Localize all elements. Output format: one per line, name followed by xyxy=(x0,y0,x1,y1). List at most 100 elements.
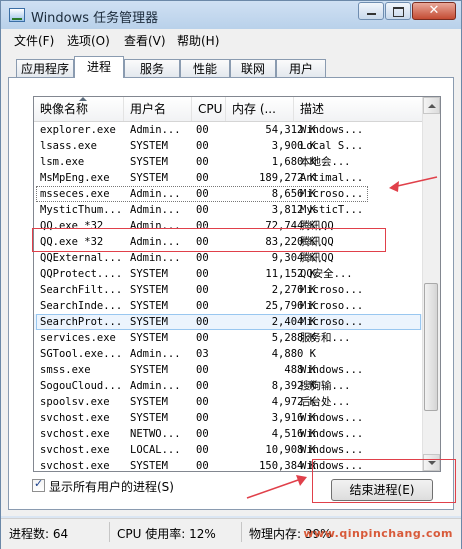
cell-desc: Windows... xyxy=(300,364,364,376)
menu-file[interactable]: 文件(F) xyxy=(14,32,54,49)
cell-name: svchost.exe xyxy=(40,428,110,440)
minimize-button[interactable] xyxy=(358,2,384,20)
cell-desc: Windows... xyxy=(300,124,364,136)
cell-user: SYSTEM xyxy=(130,284,168,296)
cell-desc: 腾讯QQ xyxy=(300,252,334,264)
table-row[interactable]: lsm.exe SYSTEM 00 1,680 K 本地会... xyxy=(34,154,424,170)
cell-user: SYSTEM xyxy=(130,300,168,312)
table-row[interactable]: SGTool.exe... Admin... 03 4,880 K xyxy=(34,346,424,362)
tab-networking[interactable]: 联网 xyxy=(230,59,276,77)
cell-desc: Windows... xyxy=(300,444,364,456)
cell-name: svchost.exe xyxy=(40,460,110,472)
show-all-users-label: 显示所有用户的进程(S) xyxy=(49,480,174,494)
cell-cpu: 00 xyxy=(196,188,209,200)
status-separator xyxy=(241,522,242,542)
cell-cpu: 00 xyxy=(196,364,209,376)
highlight-box-msseces xyxy=(32,228,386,252)
table-row[interactable]: SearchInde... SYSTEM 00 25,796 K Microso... xyxy=(34,298,424,314)
status-bar: 进程数: 64 CPU 使用率: 12% 物理内存: 39% www.qinpi… xyxy=(1,518,461,549)
cell-user: Admin... xyxy=(130,124,181,136)
menu-options[interactable]: 选项(O) xyxy=(67,32,110,49)
table-row[interactable]: SearchProt... SYSTEM 00 2,404 K Microso... xyxy=(34,314,424,330)
close-icon: ✕ xyxy=(428,3,440,18)
table-row[interactable]: MysticThum... Admin... 00 3,812 K MysticT... xyxy=(34,202,424,218)
task-manager-icon xyxy=(9,8,25,22)
process-rows: explorer.exe Admin... 00 54,312 K Windows...… xyxy=(34,122,424,472)
menu-bar: 文件(F) 选项(O) 查看(V) 帮助(H) xyxy=(1,29,461,52)
cell-cpu: 00 xyxy=(196,316,209,328)
table-row[interactable]: services.exe SYSTEM 00 5,288 K 服务和... xyxy=(34,330,424,346)
cell-name: explorer.exe xyxy=(40,124,116,136)
table-row[interactable]: QQExternal... Admin... 00 9,304 K 腾讯QQ xyxy=(34,250,424,266)
tabs-area: 应用程序 进程 服务 性能 联网 用户 映像名称 用户名 CPU 内存 (...… xyxy=(1,51,461,516)
cell-cpu: 00 xyxy=(196,156,209,168)
cell-cpu: 00 xyxy=(196,396,209,408)
cell-user: SYSTEM xyxy=(130,396,168,408)
cell-user: Admin... xyxy=(130,204,181,216)
cell-desc: Microso... xyxy=(300,188,364,200)
table-row[interactable]: QQProtect.... SYSTEM 00 11,152 K QQ安全... xyxy=(34,266,424,282)
header-memory[interactable]: 内存 (... xyxy=(226,97,294,121)
cell-cpu: 00 xyxy=(196,460,209,472)
tab-applications[interactable]: 应用程序 xyxy=(16,59,74,77)
cell-cpu: 03 xyxy=(196,348,209,360)
vertical-scrollbar[interactable] xyxy=(422,97,440,471)
menu-view[interactable]: 查看(V) xyxy=(124,32,166,49)
header-description[interactable]: 描述 xyxy=(294,97,424,121)
table-row[interactable]: SearchFilt... SYSTEM 00 2,276 K Microso... xyxy=(34,282,424,298)
table-row[interactable]: MsMpEng.exe SYSTEM 00 189,272 K Antimal... xyxy=(34,170,424,186)
cell-desc: 后台处... xyxy=(300,396,351,408)
cell-desc: 搜狗输... xyxy=(300,380,351,392)
tab-users[interactable]: 用户 xyxy=(276,59,326,77)
cell-name: lsass.exe xyxy=(40,140,97,152)
cell-cpu: 00 xyxy=(196,124,209,136)
cell-name: SearchFilt... xyxy=(40,284,123,296)
cell-user: SYSTEM xyxy=(130,332,168,344)
cell-desc: QQ安全... xyxy=(300,268,353,280)
status-cpu-usage: CPU 使用率: 12% xyxy=(117,527,216,541)
header-user-name[interactable]: 用户名 xyxy=(124,97,192,121)
menu-help[interactable]: 帮助(H) xyxy=(177,32,219,49)
process-list[interactable]: 映像名称 用户名 CPU 内存 (... 描述 explorer.exe Admi… xyxy=(33,96,441,472)
header-cpu[interactable]: CPU xyxy=(192,97,226,121)
table-row[interactable]: lsass.exe SYSTEM 00 3,900 K Local S... xyxy=(34,138,424,154)
cell-user: SYSTEM xyxy=(130,156,168,168)
cell-name: services.exe xyxy=(40,332,116,344)
table-row[interactable]: msseces.exe Admin... 00 8,656 K Microso... xyxy=(34,186,424,202)
tab-services[interactable]: 服务 xyxy=(124,59,180,77)
cell-user: Admin... xyxy=(130,252,181,264)
close-button[interactable]: ✕ xyxy=(412,2,456,20)
cell-name: SearchProt... xyxy=(40,316,123,328)
scroll-up-button[interactable] xyxy=(423,97,440,114)
highlight-box-end-process xyxy=(312,459,456,503)
show-all-users-checkbox[interactable] xyxy=(32,477,45,492)
caption-buttons: ✕ xyxy=(357,2,456,20)
table-row[interactable]: smss.exe SYSTEM 00 488 K Windows... xyxy=(34,362,424,378)
cell-name: svchost.exe xyxy=(40,444,110,456)
table-row[interactable]: svchost.exe LOCAL... 00 10,908 K Windows... xyxy=(34,442,424,458)
maximize-button[interactable] xyxy=(385,2,411,20)
cell-cpu: 00 xyxy=(196,444,209,456)
watermark-text: www.qinpinchang.com xyxy=(303,527,453,540)
cell-desc: Microso... xyxy=(300,316,364,328)
header-image-name[interactable]: 映像名称 xyxy=(34,97,124,121)
tab-performance[interactable]: 性能 xyxy=(180,59,230,77)
cell-mem: 8,656 K xyxy=(271,188,316,200)
cell-user: Admin... xyxy=(130,348,181,360)
window-title: Windows 任务管理器 xyxy=(31,11,159,26)
cell-user: LOCAL... xyxy=(130,444,181,456)
scroll-thumb[interactable] xyxy=(424,283,438,411)
cell-user: SYSTEM xyxy=(130,316,168,328)
table-row[interactable]: SogouCloud... Admin... 00 8,392 K 搜狗输... xyxy=(34,378,424,394)
sort-ascending-icon xyxy=(78,97,87,101)
table-row[interactable]: spoolsv.exe SYSTEM 00 4,972 K 后台处... xyxy=(34,394,424,410)
cell-desc: 服务和... xyxy=(300,332,351,344)
table-row[interactable]: svchost.exe NETWO... 00 4,516 K Windows... xyxy=(34,426,424,442)
table-row[interactable]: svchost.exe SYSTEM 00 3,916 K Windows... xyxy=(34,410,424,426)
title-bar[interactable]: Windows 任务管理器 ✕ xyxy=(1,1,461,29)
tab-processes[interactable]: 进程 xyxy=(74,56,124,78)
cell-name: msseces.exe xyxy=(40,188,110,200)
cell-name: lsm.exe xyxy=(40,156,85,168)
cell-name: spoolsv.exe xyxy=(40,396,110,408)
table-row[interactable]: explorer.exe Admin... 00 54,312 K Windows... xyxy=(34,122,424,138)
